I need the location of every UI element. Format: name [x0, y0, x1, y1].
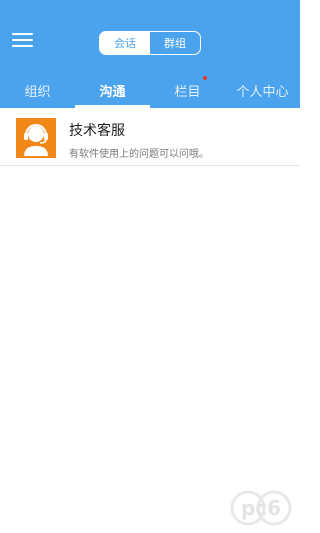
- tab-columns[interactable]: 栏目: [150, 76, 225, 108]
- segmented-control: 会话 群组: [99, 31, 201, 55]
- tab-bar: 组织 沟通 栏目 个人中心: [0, 76, 300, 108]
- conversation-title: 技术客服: [69, 123, 125, 139]
- tab-organization[interactable]: 组织: [0, 76, 75, 108]
- tab-columns-label: 栏目: [174, 85, 201, 100]
- watermark-text: pc6: [241, 496, 281, 520]
- watermark-logo: pc6: [228, 488, 294, 528]
- menu-icon[interactable]: [12, 31, 34, 49]
- segment-groups[interactable]: 群组: [150, 32, 200, 54]
- top-header: 会话 群组 组织 沟通 栏目 个人中心: [0, 0, 300, 108]
- conversation-preview: 有软件使用上的问题可以问哦。: [69, 149, 209, 160]
- tab-personal-center[interactable]: 个人中心: [225, 76, 300, 108]
- segment-chat[interactable]: 会话: [100, 32, 150, 54]
- tab-communication-label: 沟通: [99, 85, 126, 100]
- customer-service-headset-icon: [24, 124, 48, 156]
- tab-communication[interactable]: 沟通: [75, 76, 150, 108]
- customer-service-avatar: [16, 118, 56, 158]
- notification-dot: [203, 76, 207, 80]
- conversation-item[interactable]: 技术客服 有软件使用上的问题可以问哦。: [0, 108, 300, 166]
